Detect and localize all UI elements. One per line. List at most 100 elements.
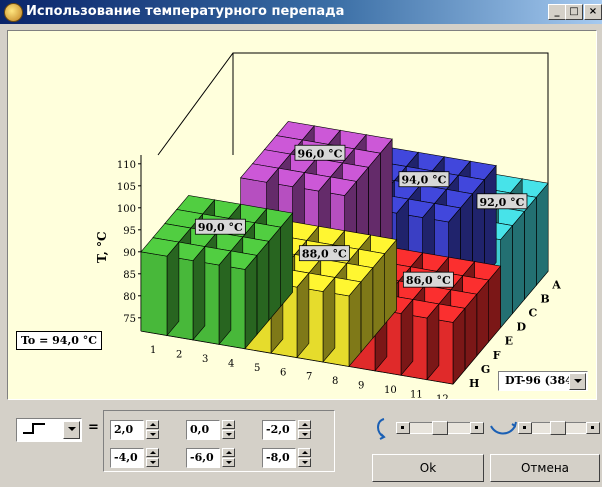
spin-up-button[interactable] [298,448,311,457]
bar-side [192,245,206,341]
app-icon [4,3,23,22]
offset-input[interactable]: 2,0 [110,420,144,440]
mode-dropdown-button[interactable] [63,421,80,439]
spin-down-button[interactable] [222,458,235,467]
offset-spinner[interactable] [298,448,311,468]
offset-input[interactable]: -2,0 [262,420,296,440]
horizontal-rotation-thumb[interactable] [550,421,566,435]
offset-input[interactable]: -6,0 [186,448,220,468]
block-value-text: 90,0 °C [198,221,243,234]
block-value-label: 88,0 °C [298,245,350,262]
z-tick-label: E [505,335,513,348]
block-value-text: 92,0 °C [480,196,525,209]
y-tick-label: 75 [123,314,136,325]
x-tick-label: 7 [306,372,312,383]
arrow-up-icon [226,423,232,426]
block-value-text: 94,0 °C [402,174,447,187]
x-tick-label: 1 [150,345,156,356]
offset-spinner[interactable] [222,420,235,440]
spin-up-button[interactable] [146,448,159,457]
spin-up-button[interactable] [298,420,311,429]
offset-value: -8,0 [266,451,290,464]
spin-down-button[interactable] [146,430,159,439]
y-tick-label: 100 [117,204,136,215]
y-axis-label: T, °C [95,231,109,263]
z-tick-label: H [469,377,479,390]
chart-area[interactable]: 7580859095100105110 T, °C 12345678910111… [7,30,597,400]
offset-input[interactable]: 0,0 [186,420,220,440]
spin-down-button[interactable] [298,430,311,439]
spin-down-button[interactable] [298,458,311,467]
offset-spinner[interactable] [146,420,159,440]
block-value-label: 94,0 °C [398,171,450,188]
x-tick-label: 3 [202,354,208,365]
arrow-down-icon [302,433,308,436]
sensor-select[interactable]: DT-96 (384) [498,371,588,391]
offset-input[interactable]: -8,0 [262,448,296,468]
arrow-up-icon [302,451,308,454]
offset-spinner[interactable] [222,448,235,468]
spin-down-button[interactable] [222,430,235,439]
bar-side [348,281,362,368]
rotate-horizontal-icon [490,421,517,435]
z-tick-label: A [551,278,561,291]
offset-input[interactable]: -4,0 [110,448,144,468]
vertical-rotation-thumb[interactable] [432,421,448,435]
horizontal-rotation-left-button[interactable] [518,422,532,434]
bar-side [512,210,525,315]
offset-value: -6,0 [190,451,214,464]
ok-button[interactable]: Ok [372,454,484,482]
block-value-label: 86,0 °C [402,271,454,288]
x-tick-label: 10 [384,385,397,396]
cancel-button[interactable]: Отмена [490,454,600,482]
arrow-down-icon [150,433,156,436]
vertical-rotation-right-button[interactable] [470,422,484,434]
bar-side [483,164,497,278]
offset-value: -4,0 [114,451,138,464]
minimize-button[interactable]: _ [548,4,566,20]
x-tick-label: 6 [280,367,286,378]
x-tick-label: 4 [228,358,234,369]
offset-value: -2,0 [266,423,290,436]
spin-up-button[interactable] [146,420,159,429]
offset-spinner[interactable] [298,420,311,440]
arrow-down-icon [302,461,308,464]
mode-select[interactable] [16,418,82,442]
bar-side [166,241,180,337]
spin-up-button[interactable] [222,448,235,457]
arrow-up-icon [150,423,156,426]
bar-side [524,196,537,301]
offset-value: 0,0 [190,423,210,436]
spin-down-button[interactable] [146,458,159,467]
spin-up-button[interactable] [222,420,235,429]
y-tick-label: 85 [123,270,136,281]
bar-side [360,266,374,354]
sensor-dropdown-button[interactable] [569,373,586,390]
bar-side [500,224,513,329]
block-value-text: 88,0 °C [302,248,347,261]
maximize-button[interactable]: □ [565,4,583,20]
title-bar[interactable]: Использование температурного перепада _ … [0,0,602,24]
dialog-window: Использование температурного перепада _ … [0,0,602,487]
bar-side [280,212,293,308]
x-tick-label: 5 [254,363,260,374]
x-tick-label: 11 [410,389,423,399]
block-value-label: 90,0 °C [194,218,246,235]
y-tick-label: 95 [123,226,136,237]
offset-value: 2,0 [114,423,134,436]
rotate-vertical-icon [377,418,386,440]
offset-spinner[interactable] [146,448,159,468]
bar-side [218,250,232,346]
t0-label: To = 94,0 °C [16,331,103,350]
arrow-down-icon [226,461,232,464]
vertical-rotation-left-button[interactable] [396,422,410,434]
z-tick-label: F [493,349,501,362]
close-button[interactable]: × [584,4,602,20]
y-tick-label: 105 [117,182,136,193]
sensor-select-value: DT-96 (384) [505,374,578,387]
x-tick-label: 9 [358,381,364,392]
chevron-down-icon [574,379,582,383]
bar-cell [140,237,180,337]
y-tick-label: 80 [123,292,136,303]
horizontal-rotation-right-button[interactable] [586,422,600,434]
